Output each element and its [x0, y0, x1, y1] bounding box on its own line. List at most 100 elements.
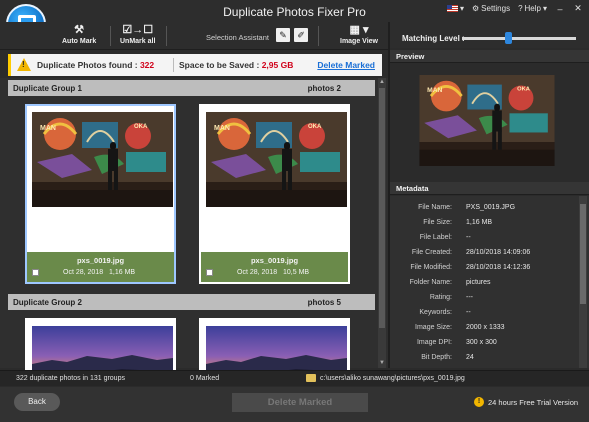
- metadata-list[interactable]: File Name: PXS_0019.JPG File Size: 1,16 MB F…: [390, 196, 589, 368]
- status-bar: 322 duplicate photos in 131 groups 0 Mar…: [0, 370, 589, 386]
- auto-mark-label: Auto Mark: [62, 38, 97, 45]
- photo-card[interactable]: pxs_0019.jpg Oct 28, 2018 10,5 MB: [199, 104, 350, 284]
- photo-date: Oct 28, 2018: [237, 269, 278, 276]
- photo-size: 10,5 MB: [283, 269, 310, 276]
- metadata-key: File Modified:: [410, 264, 452, 271]
- summary-bar: Duplicate Photos found : 322 Space to be…: [8, 54, 382, 76]
- title-bar: Duplicate Photos Fixer Pro ▾ ⚙ Settings …: [0, 0, 589, 22]
- metadata-value: 1,16 MB: [466, 219, 493, 226]
- photo-card[interactable]: [199, 318, 350, 378]
- unmark-all-label: UnMark all: [120, 38, 156, 45]
- duplicate-list[interactable]: Duplicate Group 1 photos 2 pxs_0019.jpg …: [0, 78, 388, 378]
- help-arrow: ▾: [542, 4, 547, 13]
- photo-thumbnail[interactable]: [32, 112, 173, 207]
- metadata-row: File Size: 1,16 MB: [390, 219, 580, 232]
- gear-icon: ⚙: [472, 4, 480, 13]
- status-path: c:\users\aliko sunawang\pictures\pxs_001…: [320, 375, 465, 382]
- metadata-scrollbar-thumb[interactable]: [580, 204, 586, 304]
- unmark-all-button[interactable]: ☑→☐ UnMark all: [120, 24, 155, 45]
- summary-divider: [173, 58, 174, 72]
- metadata-value: ---: [466, 294, 473, 301]
- group-header[interactable]: Duplicate Group 1 photos 2: [8, 80, 375, 96]
- wand-icon[interactable]: ✎: [276, 28, 290, 42]
- unmark-all-icon: ☑→☐: [122, 24, 154, 36]
- scroll-up-icon[interactable]: ▲: [379, 79, 385, 85]
- space-saved-label: Space to be Saved :: [179, 60, 260, 70]
- settings-menu[interactable]: ⚙ Settings: [472, 4, 510, 13]
- photo-card-footer: pxs_0019.jpg Oct 28, 2018 1,16 MB: [27, 252, 174, 282]
- metadata-row: File Name: PXS_0019.JPG: [390, 204, 580, 217]
- image-view-button[interactable]: ▦ ▾ Image View: [340, 24, 378, 45]
- metadata-value: 300 x 300: [466, 339, 497, 346]
- metadata-row: Folder Name: pictures: [390, 279, 580, 292]
- preview-header: Preview: [390, 50, 589, 63]
- scroll-down-icon[interactable]: ▼: [379, 360, 385, 366]
- photo-file-name: pxs_0019.jpg: [250, 256, 299, 265]
- list-scrollbar[interactable]: ▲ ▼: [378, 78, 386, 368]
- metadata-value: 2000 x 1333: [466, 324, 505, 331]
- metadata-value: --: [466, 234, 471, 241]
- list-scrollbar-thumb[interactable]: [379, 88, 385, 328]
- brush-icon[interactable]: ✐: [294, 28, 308, 42]
- matching-level-label: Matching Level :: [402, 34, 465, 43]
- metadata-key: File Created:: [411, 249, 452, 256]
- photo-card[interactable]: pxs_0019.jpg Oct 28, 2018 1,16 MB: [25, 104, 176, 284]
- matching-level-slider-thumb[interactable]: [505, 32, 512, 44]
- metadata-row: File Label: --: [390, 234, 580, 247]
- selection-assistant-label: Selection Assistant: [206, 33, 269, 42]
- folder-icon: [306, 374, 316, 382]
- group-title: Duplicate Group 1: [13, 84, 82, 93]
- close-button[interactable]: ✕: [573, 3, 583, 14]
- clock-icon: !: [474, 397, 484, 407]
- metadata-key: Bit Depth:: [421, 354, 452, 361]
- photo-checkbox[interactable]: [32, 269, 39, 276]
- delete-marked-link[interactable]: Delete Marked: [317, 60, 375, 70]
- status-summary: 322 duplicate photos in 131 groups: [16, 375, 125, 382]
- status-marked: 0 Marked: [190, 375, 220, 382]
- metadata-value: 28/10/2018 14:09:06: [466, 249, 531, 256]
- top-right-controls: ▾ ⚙ Settings ? Help ▾ – ✕: [446, 3, 583, 14]
- photo-file-name: pxs_0019.jpg: [76, 256, 125, 265]
- image-view-icon: ▦ ▾: [349, 24, 369, 36]
- metadata-key: Image Size:: [415, 324, 452, 331]
- metadata-key: Image DPI:: [416, 339, 452, 346]
- metadata-scrollbar[interactable]: [579, 196, 587, 368]
- auto-mark-icon: ⚒: [74, 24, 85, 36]
- help-icon: ?: [518, 4, 523, 13]
- warning-icon: [17, 58, 31, 71]
- language-selector[interactable]: ▾: [446, 4, 464, 13]
- matching-level-slider[interactable]: [462, 37, 576, 40]
- delete-marked-button[interactable]: Delete Marked: [232, 393, 368, 412]
- group-header[interactable]: Duplicate Group 2 photos 5: [8, 294, 375, 310]
- auto-mark-button[interactable]: ⚒ Auto Mark: [62, 24, 96, 45]
- metadata-row: File Modified: 28/10/2018 14:12:36: [390, 264, 580, 277]
- metadata-row: Rating: ---: [390, 294, 580, 307]
- toolbar-divider: [318, 26, 319, 46]
- metadata-row: Image Size: 2000 x 1333: [390, 324, 580, 337]
- photo-size: 1,16 MB: [109, 269, 136, 276]
- group-count: photos 2: [307, 84, 341, 93]
- space-saved-value: 2,95 GB: [261, 60, 294, 70]
- photo-thumbnail[interactable]: [206, 112, 347, 207]
- metadata-row: File Created: 28/10/2018 14:09:06: [390, 249, 580, 262]
- trial-label: 24 hours Free Trial Version: [488, 397, 579, 407]
- toolbar-divider: [110, 26, 111, 46]
- metadata-key: Folder Name:: [409, 279, 452, 286]
- duplicates-found-label: Duplicate Photos found :: [37, 60, 138, 70]
- settings-label: Settings: [481, 4, 511, 13]
- group-title: Duplicate Group 2: [13, 298, 82, 307]
- flag-icon: [446, 5, 458, 12]
- language-arrow: ▾: [459, 4, 464, 13]
- photo-checkbox[interactable]: [206, 269, 213, 276]
- trial-notice[interactable]: ! 24 hours Free Trial Version: [474, 397, 578, 407]
- minimize-button[interactable]: –: [555, 4, 565, 14]
- preview-image: [417, 75, 557, 166]
- back-button[interactable]: Back: [14, 393, 60, 411]
- photo-card[interactable]: [25, 318, 176, 378]
- metadata-row: Bit Depth: 24: [390, 354, 580, 367]
- metadata-value: 28/10/2018 14:12:36: [466, 264, 531, 271]
- metadata-key: File Size:: [423, 219, 452, 226]
- help-menu[interactable]: ? Help ▾: [518, 4, 547, 13]
- photo-card-footer: pxs_0019.jpg Oct 28, 2018 10,5 MB: [201, 252, 348, 282]
- help-label: Help: [524, 4, 541, 13]
